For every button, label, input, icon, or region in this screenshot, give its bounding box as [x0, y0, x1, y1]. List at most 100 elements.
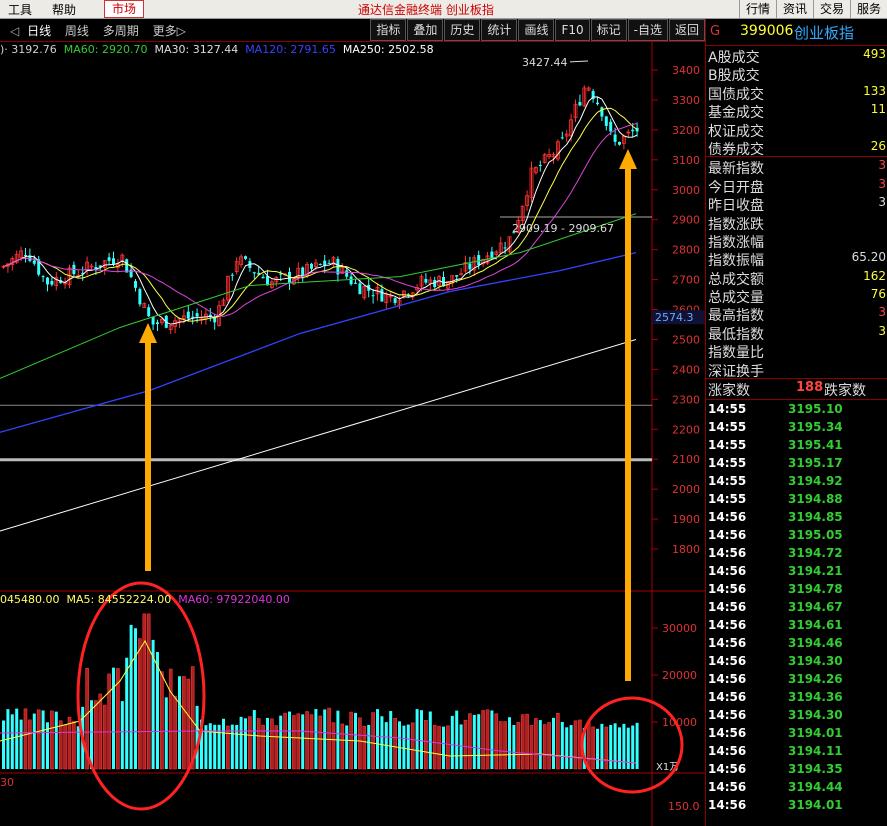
- stat-row: 今日开盘 3: [706, 176, 887, 196]
- quote-panel: G 399006 创业板指 A股成交 493 B股成交 国债成交 133 基金成交 11 权证…: [705, 19, 887, 826]
- volume-bar: [569, 725, 573, 769]
- candle-body: [380, 289, 384, 302]
- tick-row: 14:55 3195.10: [706, 400, 887, 418]
- advance-decline: 涨家数 188 跌家数: [706, 378, 887, 401]
- draw-line-button[interactable]: 画线: [518, 19, 555, 41]
- statistics-button[interactable]: 统计: [481, 19, 518, 41]
- volume-bar: [279, 715, 283, 769]
- volume-bar: [309, 714, 314, 770]
- tick-time: 14:56: [708, 600, 747, 615]
- volume-bar: [63, 724, 67, 770]
- tick-price: 3194.11: [788, 744, 843, 759]
- row-label: 债券成交: [708, 141, 764, 158]
- volume-bar: [261, 724, 265, 770]
- scroll-left-icon[interactable]: ◁: [10, 24, 19, 38]
- indicator-button[interactable]: 指标: [370, 19, 407, 41]
- tick-row: 14:56 3194.11: [706, 742, 887, 760]
- ma-legend-ma250: MA250: 2502.58: [342, 43, 434, 56]
- volume-bar: [459, 724, 463, 769]
- orange-arrow-right: [619, 149, 637, 681]
- volume-bar: [256, 718, 261, 770]
- volume-bar: [125, 657, 129, 769]
- row-value: 3: [878, 176, 886, 191]
- row-value: 11: [870, 102, 886, 117]
- volume-bar: [560, 721, 564, 769]
- news-button[interactable]: 资讯: [775, 0, 813, 18]
- tick-row: 14:55 3194.92: [706, 472, 887, 490]
- chart-toolbar: ◁ 日线 周线 多周期 更多▷ 指标 叠加 历史 统计 画线 F10 标记 -自…: [0, 19, 705, 42]
- tick-price: 3194.36: [788, 690, 843, 705]
- history-button[interactable]: 历史: [444, 19, 481, 41]
- volume-bar: [331, 722, 336, 770]
- volume-bar: [494, 713, 499, 770]
- tick-price: 3195.34: [788, 420, 843, 435]
- tick-price: 3194.67: [788, 600, 843, 615]
- candle-body: [195, 313, 199, 317]
- decline-label: 跌家数: [824, 383, 866, 400]
- candle-body: [393, 298, 397, 304]
- kline-chart[interactable]: 3400330032003100300029002800270026002500…: [0, 41, 705, 826]
- volume-bar: [591, 726, 595, 770]
- volume-bar: [393, 717, 397, 770]
- tick-list[interactable]: 14:55 3195.10 14:55 3195.34 14:55 3195.41 14:5…: [706, 400, 887, 814]
- tick-time: 14:56: [708, 654, 747, 669]
- price-tick-label: 3400: [672, 64, 700, 77]
- volume-bar: [552, 717, 555, 769]
- tick-time: 14:56: [708, 546, 747, 561]
- stat-row: 最低指数 3: [706, 323, 887, 343]
- candle-body: [604, 116, 608, 126]
- stat-row: 最高指数 3: [706, 304, 887, 324]
- volume-bar: [534, 718, 538, 770]
- candle-body: [354, 282, 357, 284]
- volume-bar: [222, 718, 225, 769]
- tab-daily[interactable]: 日线: [27, 24, 51, 38]
- tab-multi-period[interactable]: 多周期: [103, 24, 139, 38]
- price-tick-label: 2400: [672, 363, 700, 376]
- turnover-row: 基金成交 11: [706, 101, 887, 121]
- market-tab[interactable]: 市场: [104, 0, 144, 18]
- price-tick-label: 2800: [672, 244, 700, 257]
- volume-bar: [72, 721, 76, 770]
- volume-bar: [542, 724, 547, 770]
- price-tick-label: 3000: [672, 184, 700, 197]
- stat-row: 昨日收盘 3: [706, 194, 887, 214]
- tab-more[interactable]: 更多▷: [153, 24, 186, 38]
- volume-bar: [604, 726, 609, 770]
- tick-row: 14:56 3194.01: [706, 796, 887, 814]
- menu-tools[interactable]: 工具: [8, 1, 32, 18]
- volume-bar: [239, 716, 243, 769]
- mark-button[interactable]: 标记: [590, 19, 627, 41]
- volume-bar: [296, 713, 301, 770]
- watchlist-button[interactable]: -自选: [627, 19, 668, 41]
- window-title: 通达信金融终端 创业板指: [358, 3, 494, 17]
- volume-bar: [406, 724, 410, 769]
- volume-bar: [305, 711, 309, 770]
- ma60-line: [0, 213, 637, 379]
- candle-body: [609, 121, 613, 132]
- range-label: 2909.19 - 2909.67: [512, 222, 614, 235]
- candle-body: [156, 322, 159, 324]
- turnover-row: 权证成交: [706, 120, 887, 140]
- tick-time: 14:56: [708, 762, 747, 777]
- tick-row: 14:55 3195.41: [706, 436, 887, 454]
- menu-help[interactable]: 帮助: [52, 1, 76, 18]
- tick-row: 14:56 3194.26: [706, 670, 887, 688]
- turnover-row: 债券成交 26: [706, 138, 887, 158]
- volume-bar: [410, 722, 415, 770]
- trade-button[interactable]: 交易: [812, 0, 850, 18]
- volume-bar: [586, 721, 591, 770]
- volume-bar: [367, 724, 371, 769]
- tick-row: 14:56 3194.44: [706, 778, 887, 796]
- tab-weekly[interactable]: 周线: [65, 24, 89, 38]
- stat-row: 深证换手: [706, 360, 887, 380]
- volume-bar: [547, 722, 551, 770]
- quote-button[interactable]: 行情: [738, 0, 776, 18]
- row-value: 133: [863, 83, 886, 98]
- stat-row: 最新指数 3: [706, 157, 887, 177]
- overlay-button[interactable]: 叠加: [407, 19, 444, 41]
- back-button[interactable]: 返回: [668, 19, 705, 41]
- volume-bar: [182, 676, 186, 770]
- service-button[interactable]: 服务: [849, 0, 887, 18]
- volume-bar: [107, 673, 111, 770]
- f10-button[interactable]: F10: [555, 19, 590, 41]
